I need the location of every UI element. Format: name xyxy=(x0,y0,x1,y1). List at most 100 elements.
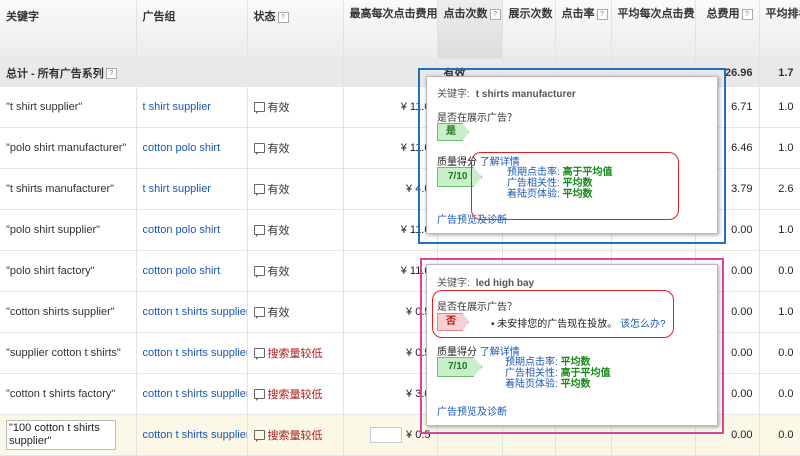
qs-line: 预期点击率: 平均数 xyxy=(505,357,611,368)
status-cell: 有效 xyxy=(247,291,344,333)
col-impressions[interactable]: 展示次数? xyxy=(502,0,556,59)
status-text: 有效 xyxy=(267,184,290,196)
speech-bubble-icon[interactable] xyxy=(253,348,265,360)
status-text: 有效 xyxy=(267,225,290,237)
popup1-question: 是否在展示广告？ xyxy=(437,113,517,124)
popup2-keyword: 关键字: led high bay xyxy=(437,278,535,289)
col-ctr[interactable]: 点击率? xyxy=(555,0,612,59)
keyword-text: "polo shirt manufacturer" xyxy=(6,142,127,154)
status-cell: 搜索量较低 xyxy=(247,373,344,415)
keyword-cell: "polo shirt factory" xyxy=(0,250,137,292)
col-status[interactable]: 状态? xyxy=(247,0,344,59)
col-max-cpc[interactable]: 最高每次点击费用? xyxy=(343,0,438,59)
keyword-edit-field[interactable]: "100 cotton t shirts supplier" xyxy=(6,420,116,450)
speech-bubble-icon[interactable] xyxy=(253,225,265,237)
adgroup-link[interactable]: t shirt supplier xyxy=(143,101,211,113)
adgroup-cell: t shirt supplier xyxy=(136,168,248,210)
adgroup-link[interactable]: cotton t shirts supplier xyxy=(143,429,247,441)
status-text: 搜索量较低 xyxy=(267,348,323,360)
keyword-text: "t shirts manufacturer" xyxy=(6,183,115,195)
popup1-highlight xyxy=(471,152,679,220)
status-cell: 有效 xyxy=(247,209,344,251)
avg-pos-cell: 0.0 xyxy=(759,250,800,292)
qs-line: 广告相关性: 高于平均值 xyxy=(505,368,611,379)
keyword-cell: "100 cotton t shirts supplier" xyxy=(0,414,137,456)
keyword-cell: "polo shirt supplier" xyxy=(0,209,137,251)
avg-pos-cell: 1.0 xyxy=(759,127,800,169)
adgroup-link[interactable]: t shirt supplier xyxy=(143,183,211,195)
adgroup-link[interactable]: cotton polo shirt xyxy=(143,224,221,236)
adgroup-link[interactable]: cotton t shirts supplier xyxy=(143,347,247,359)
qs-line: 着陆页体验: 平均数 xyxy=(505,379,611,390)
bid-input[interactable] xyxy=(370,427,403,443)
keyword-text: "t shirt supplier" xyxy=(6,101,83,113)
speech-bubble-icon[interactable] xyxy=(253,430,265,442)
qs-line-label: 预期点击率: xyxy=(505,357,558,368)
status-cell: 有效 xyxy=(247,250,344,292)
adgroup-link[interactable]: cotton polo shirt xyxy=(143,265,221,277)
keyword-diagnosis-popup-2: 关键字: led high bay 是否在展示广告？ 否 • 未安排您的广告现在投… xyxy=(426,264,718,426)
keyword-cell: "t shirt supplier" xyxy=(0,86,137,128)
status-cell: 搜索量较低 xyxy=(247,414,344,456)
col-cost[interactable]: 总费用? xyxy=(695,0,760,59)
keyword-text: "polo shirt supplier" xyxy=(6,224,101,236)
adgroup-cell: cotton t shirts supplier xyxy=(136,291,248,333)
status-text: 搜索量较低 xyxy=(267,430,323,442)
qs-line-label: 着陆页体验: xyxy=(505,379,558,390)
help-icon[interactable]: ? xyxy=(741,8,753,20)
adgroup-cell: cotton polo shirt xyxy=(136,127,248,169)
keyword-text: "cotton shirts supplier" xyxy=(6,306,115,318)
speech-bubble-icon[interactable] xyxy=(253,102,265,114)
help-icon[interactable]: ? xyxy=(105,68,117,80)
avg-pos-cell: 1.0 xyxy=(759,209,800,251)
qs-line-value: 平均数 xyxy=(560,357,591,368)
keyword-text: "supplier cotton t shirts" xyxy=(6,347,121,359)
help-icon[interactable]: ? xyxy=(596,8,608,20)
status-text: 有效 xyxy=(267,266,290,278)
col-avg-cpc[interactable]: 平均每次点击费用? xyxy=(611,0,696,59)
adgroup-cell: cotton t shirts supplier xyxy=(136,332,248,374)
adgroup-link[interactable]: cotton t shirts supplier xyxy=(143,306,247,318)
total-avg-pos: 1.7 xyxy=(759,58,800,87)
avg-pos-cell: 0.0 xyxy=(759,414,800,456)
status-text: 搜索量较低 xyxy=(267,389,323,401)
keyword-text: "cotton t shirts factory" xyxy=(6,388,116,400)
keyword-cell: "cotton shirts supplier" xyxy=(0,291,137,333)
popup2-qs-heading: 质量得分 了解详情 xyxy=(437,347,520,358)
total-label: 总计 - 所有广告系列? xyxy=(0,58,344,87)
status-cell: 有效 xyxy=(247,127,344,169)
help-icon[interactable]: ? xyxy=(489,8,501,20)
speech-bubble-icon[interactable] xyxy=(253,389,265,401)
keyword-cell: "polo shirt manufacturer" xyxy=(0,127,137,169)
popup2-diagnosis-link[interactable]: 广告预览及诊断 xyxy=(437,403,507,418)
adgroup-link[interactable]: cotton t shirts supplier xyxy=(143,388,247,400)
table-header: 关键字 广告组 状态? 最高每次点击费用? 点击次数?↓ 展示次数? 点击率? … xyxy=(0,0,800,59)
adgroup-link[interactable]: cotton polo shirt xyxy=(143,142,221,154)
keyword-cell: "supplier cotton t shirts" xyxy=(0,332,137,374)
speech-bubble-icon[interactable] xyxy=(253,266,265,278)
status-cell: 有效 xyxy=(247,86,344,128)
adgroup-cell: cotton t shirts supplier xyxy=(136,373,248,415)
help-icon[interactable]: ? xyxy=(277,11,289,23)
col-clicks[interactable]: 点击次数?↓ xyxy=(437,0,503,59)
keyword-cell: "t shirts manufacturer" xyxy=(0,168,137,210)
status-text: 有效 xyxy=(267,307,290,319)
speech-bubble-icon[interactable] xyxy=(253,143,265,155)
adgroup-cell: cotton polo shirt xyxy=(136,250,248,292)
avg-pos-cell: 0.0 xyxy=(759,373,800,415)
avg-pos-cell: 1.0 xyxy=(759,86,800,128)
col-avg-pos[interactable]: 平均排名 xyxy=(759,0,800,59)
col-keyword[interactable]: 关键字 xyxy=(0,0,137,59)
popup1-keyword: 关键字: t shirts manufacturer xyxy=(437,89,576,100)
status-cell: 搜索量较低 xyxy=(247,332,344,374)
status-text: 有效 xyxy=(267,143,290,155)
popup2-qs-details: 预期点击率: 平均数 广告相关性: 高于平均值 着陆页体验: 平均数 xyxy=(505,357,611,390)
qs-line-label: 广告相关性: xyxy=(505,368,558,379)
speech-bubble-icon[interactable] xyxy=(253,307,265,319)
speech-bubble-icon[interactable] xyxy=(253,184,265,196)
avg-pos-cell: 1.0 xyxy=(759,291,800,333)
popup2-score-tag: 7/10 xyxy=(437,357,483,377)
avg-pos-cell: 2.6 xyxy=(759,168,800,210)
col-adgroup[interactable]: 广告组 xyxy=(136,0,248,59)
status-cell: 有效 xyxy=(247,168,344,210)
